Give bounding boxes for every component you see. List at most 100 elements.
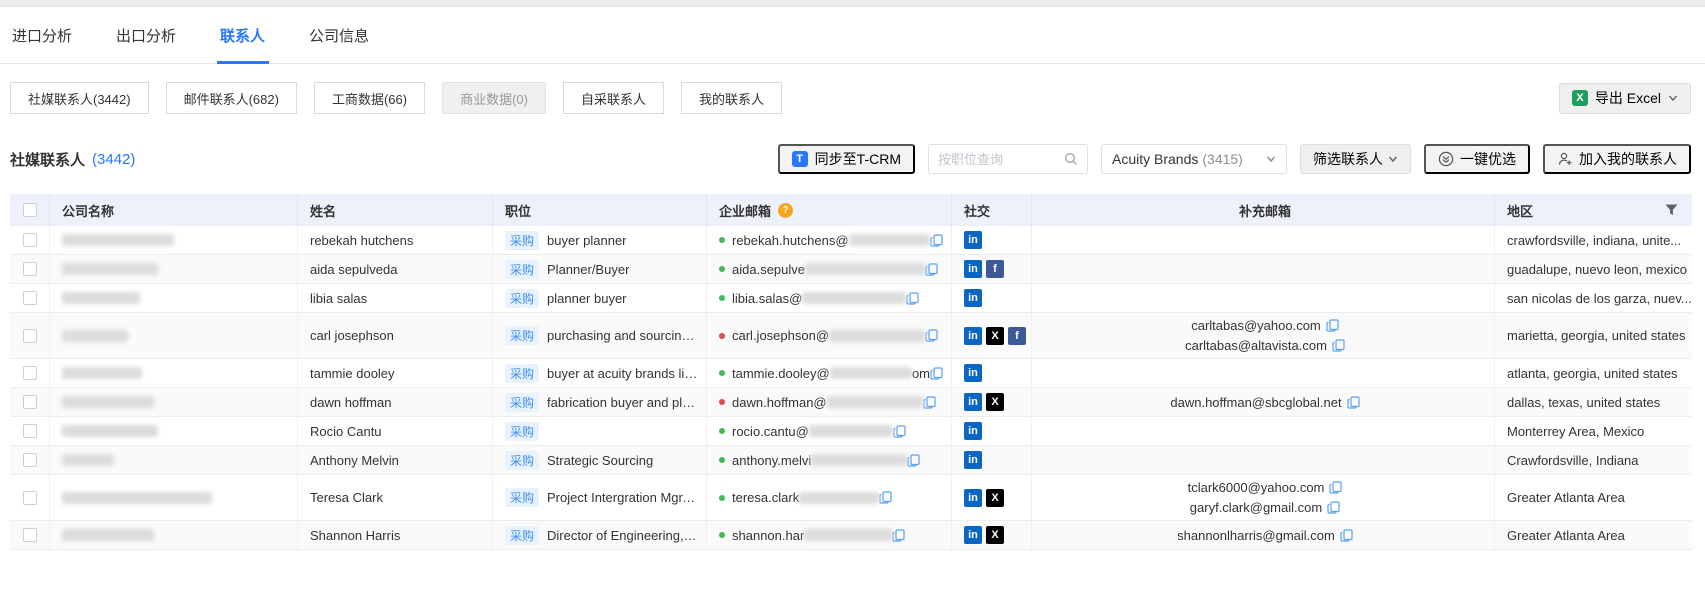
table-row[interactable]: tammie dooley 采购 buyer at acuity brands … (10, 359, 1692, 388)
company-name-redacted (62, 330, 128, 342)
top-strip (0, 0, 1705, 7)
company-name-redacted (62, 529, 154, 541)
tab[interactable]: 出口分析 (116, 7, 176, 63)
linkedin-icon[interactable]: in (964, 526, 982, 544)
sync-tcrm-button[interactable]: T 同步至T-CRM (778, 144, 915, 174)
row-checkbox[interactable] (23, 329, 37, 343)
copy-icon[interactable] (925, 329, 938, 342)
row-checkbox[interactable] (23, 424, 37, 438)
x-icon[interactable]: X (986, 327, 1004, 345)
tab[interactable]: 公司信息 (309, 7, 369, 63)
extra-email-line: tclark6000@yahoo.com (1188, 478, 1343, 497)
table-row[interactable]: libia salas 采购 planner buyer libia.salas… (10, 284, 1692, 313)
select-all-checkbox[interactable] (23, 203, 37, 217)
table-row[interactable]: dawn hoffman 采购 fabrication buyer and pl… (10, 388, 1692, 417)
copy-icon[interactable] (1329, 481, 1342, 494)
company-filter-select[interactable]: Acuity Brands (3415) (1101, 144, 1287, 174)
procurement-tag: 采购 (505, 526, 539, 545)
export-excel-button[interactable]: X 导出 Excel (1559, 83, 1691, 114)
row-checkbox[interactable] (23, 291, 37, 305)
one-click-optimize-button[interactable]: 一键优选 (1424, 144, 1530, 174)
copy-icon[interactable] (1347, 396, 1360, 409)
copy-icon[interactable] (1327, 501, 1340, 514)
procurement-tag: 采购 (505, 488, 539, 507)
copy-icon[interactable] (923, 396, 936, 409)
email-status-dot (719, 237, 725, 243)
table-row[interactable]: Anthony Melvin 采购 Strategic Sourcing ant… (10, 446, 1692, 475)
table-row[interactable]: Teresa Clark 采购 Project Intergration Mgr… (10, 475, 1692, 521)
email-status-dot (719, 333, 725, 339)
row-checkbox[interactable] (23, 366, 37, 380)
filter-button[interactable]: 商业数据(0) (442, 82, 546, 114)
filter-button[interactable]: 工商数据(66) (314, 82, 425, 114)
extra-emails: tclark6000@yahoo.com garyf.clark@gmail.c… (1032, 475, 1495, 520)
section-count: (3442) (92, 151, 135, 168)
linkedin-icon[interactable]: in (964, 422, 982, 440)
table-row[interactable]: aida sepulveda 采购 Planner/Buyer aida.sep… (10, 255, 1692, 284)
email-visible-part: anthony.melvi (732, 453, 811, 468)
linkedin-icon[interactable]: in (964, 289, 982, 307)
tab[interactable]: 进口分析 (12, 7, 72, 63)
linkedin-icon[interactable]: in (964, 231, 982, 249)
linkedin-icon[interactable]: in (964, 393, 982, 411)
copy-icon[interactable] (892, 529, 905, 542)
row-checkbox[interactable] (23, 528, 37, 542)
table-row[interactable]: carl josephson 采购 purchasing and sourcin… (10, 313, 1692, 359)
x-icon[interactable]: X (986, 393, 1004, 411)
company-name-redacted (62, 396, 154, 408)
table-row[interactable]: rebekah hutchens 采购 buyer planner rebeka… (10, 226, 1692, 255)
linkedin-icon[interactable]: in (964, 489, 982, 507)
x-icon[interactable]: X (986, 489, 1004, 507)
filter-contacts-button[interactable]: 筛选联系人 (1300, 144, 1411, 174)
extra-email-text: carltabas@yahoo.com (1191, 316, 1321, 335)
copy-icon[interactable] (906, 292, 919, 305)
linkedin-icon[interactable]: in (964, 451, 982, 469)
linkedin-icon[interactable]: in (964, 260, 982, 278)
copy-icon[interactable] (925, 263, 938, 276)
tab[interactable]: 联系人 (220, 7, 265, 63)
copy-icon[interactable] (1340, 529, 1353, 542)
x-icon[interactable]: X (986, 526, 1004, 544)
copy-icon[interactable] (930, 367, 943, 380)
linkedin-icon[interactable]: in (964, 327, 982, 345)
social-icons: in (952, 417, 1032, 445)
social-icons: inX (952, 475, 1032, 520)
extra-email-line: dawn.hoffman@sbcglobal.net (1170, 393, 1359, 412)
table-header: 公司名称 姓名 职位 企业邮箱 ? 社交 补充邮箱 地区 (10, 194, 1692, 226)
help-question-icon[interactable]: ? (778, 203, 793, 218)
extra-emails (1032, 417, 1495, 445)
row-checkbox[interactable] (23, 395, 37, 409)
table-row[interactable]: Rocio Cantu 采购 rocio.cantu@ in Monterrey… (10, 417, 1692, 446)
filter-button[interactable]: 社媒联系人(3442) (10, 82, 149, 114)
row-checkbox[interactable] (23, 453, 37, 467)
chevron-down-icon (1668, 93, 1678, 103)
copy-icon[interactable] (879, 491, 892, 504)
copy-icon[interactable] (907, 454, 920, 467)
region-text: Crawfordsville, Indiana (1507, 453, 1639, 468)
copy-icon[interactable] (1326, 319, 1339, 332)
email-status-dot (719, 457, 725, 463)
copy-icon[interactable] (930, 234, 943, 247)
region-text: Monterrey Area, Mexico (1507, 424, 1644, 439)
position-search-input[interactable] (938, 152, 1064, 167)
email-visible-part: carl.josephson@ (732, 328, 829, 343)
email-redacted (830, 367, 912, 379)
procurement-tag: 采购 (505, 326, 539, 345)
row-checkbox[interactable] (23, 262, 37, 276)
table-row[interactable]: Shannon Harris 采购 Director of Engineerin… (10, 521, 1692, 550)
row-checkbox[interactable] (23, 491, 37, 505)
linkedin-icon[interactable]: in (964, 364, 982, 382)
filter-button[interactable]: 邮件联系人(682) (166, 82, 297, 114)
excel-icon: X (1572, 90, 1588, 106)
header-region: 地区 (1507, 201, 1533, 220)
add-to-my-contacts-button[interactable]: 加入我的联系人 (1543, 144, 1691, 174)
filter-button[interactable]: 自采联系人 (563, 82, 664, 114)
copy-icon[interactable] (1332, 339, 1345, 352)
facebook-icon[interactable]: f (1008, 327, 1026, 345)
filter-button[interactable]: 我的联系人 (681, 82, 782, 114)
facebook-icon[interactable]: f (986, 260, 1004, 278)
copy-icon[interactable] (893, 425, 906, 438)
email-redacted (804, 529, 892, 541)
row-checkbox[interactable] (23, 233, 37, 247)
filter-funnel-icon[interactable] (1665, 204, 1678, 216)
